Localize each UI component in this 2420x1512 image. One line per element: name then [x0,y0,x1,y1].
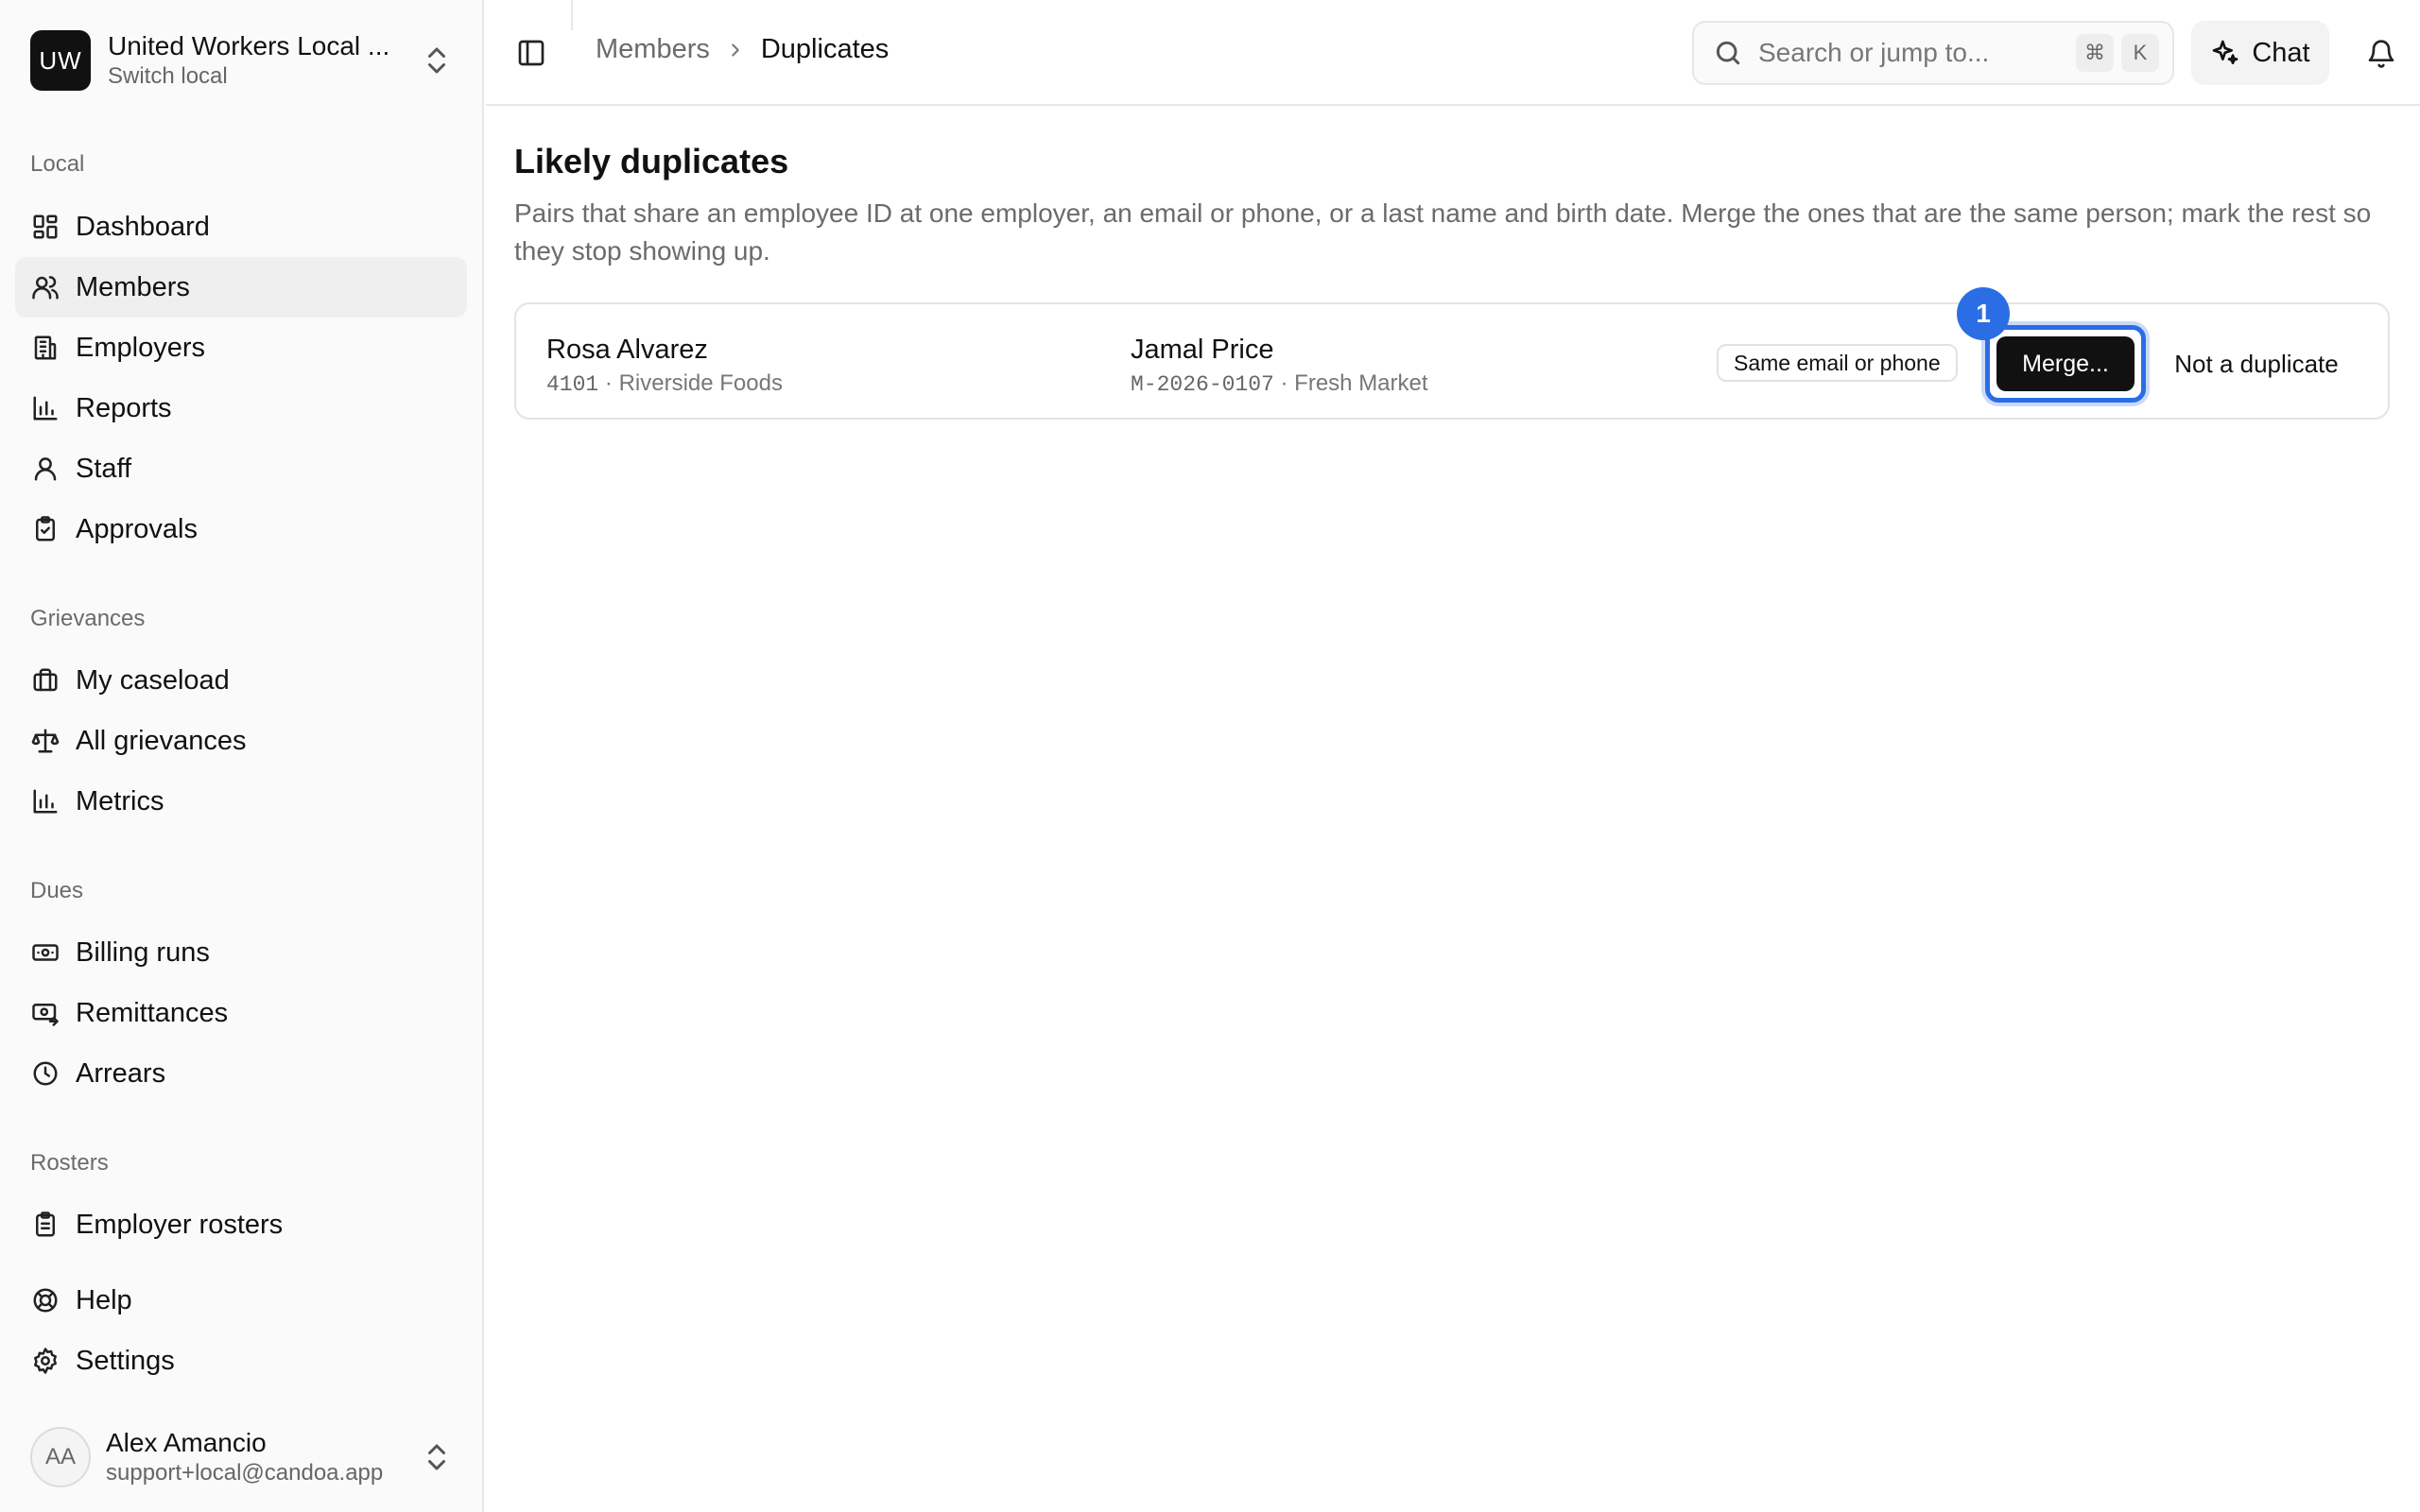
sidebar-item-label: Arrears [76,1057,166,1089]
bar-chart-icon [30,393,60,423]
breadcrumb-current: Duplicates [760,34,890,64]
clipboard-check-icon [30,514,60,544]
sidebar-toggle-button[interactable] [512,34,550,72]
chat-label: Chat [2252,37,2310,68]
member-a-id: 4101 [546,372,599,397]
shortcut-key-k: K [2121,34,2159,72]
scale-icon [30,726,60,756]
sparkles-icon [2213,40,2238,64]
shortcut-key-mod: ⌘ [2076,34,2114,72]
remittance-icon [30,998,60,1028]
avatar: AA [30,1427,91,1487]
chevrons-up-down-icon [428,47,445,74]
sidebar-item-label: Employer rosters [76,1209,284,1240]
section-label-dues: Dues [30,878,84,903]
sidebar-item-all-grievances[interactable]: All grievances [15,711,467,771]
sidebar-item-metrics[interactable]: Metrics [15,771,467,832]
sidebar-item-help[interactable]: Help [15,1270,467,1331]
search-input[interactable]: Search or jump to... ⌘ K [1692,21,2174,85]
not-duplicate-button[interactable]: Not a duplicate [2157,336,2356,391]
sidebar-item-label: Help [76,1284,132,1315]
sidebar-item-label: My caseload [76,664,230,696]
bell-icon [2368,40,2394,68]
sidebar-item-label: Settings [76,1345,175,1376]
user-name: Alex Amancio [106,1428,267,1457]
sidebar-item-label: Metrics [76,785,164,816]
sidebar-item-label: All grievances [76,725,247,756]
step-marker: 1 [1957,287,2010,340]
org-badge: UW [30,30,91,91]
section-label-grievances: Grievances [30,606,146,631]
sidebar-item-label: Billing runs [76,936,210,968]
divider [571,0,573,30]
sidebar-item-billing-runs[interactable]: Billing runs [15,922,467,983]
bar-chart-icon [30,786,60,816]
dashboard-icon [30,212,60,242]
sidebar-item-reports[interactable]: Reports [15,378,467,438]
member-a-meta: 4101 · Riverside Foods [546,369,783,400]
sidebar-item-settings[interactable]: Settings [15,1331,467,1391]
meta-separator: · [1280,370,1288,396]
user-menu[interactable]: AA Alex Amancio support+local@candoa.app [15,1418,469,1497]
member-b: Jamal Price M-2026-0107 · Fresh Market [1131,333,1428,400]
member-a: Rosa Alvarez 4101 · Riverside Foods [546,333,783,400]
chat-button[interactable]: Chat [2191,21,2329,85]
sidebar: UW United Workers Local ... Switch local… [0,0,484,1512]
breadcrumb: Members Duplicates [596,34,889,65]
member-a-employer: Riverside Foods [618,370,783,396]
user-icon [30,454,60,484]
match-reason-badge: Same email or phone [1717,344,1958,382]
sidebar-item-remittances[interactable]: Remittances [15,983,467,1043]
meta-separator: · [604,370,613,396]
section-label-local: Local [30,151,85,177]
org-switch-label: Switch local [108,63,228,89]
top-bar: Members Duplicates Search or jump to... … [486,0,2420,106]
sidebar-item-label: Approvals [76,513,198,544]
notifications-button[interactable] [2361,34,2401,74]
sidebar-item-label: Reports [76,392,172,423]
gear-icon [30,1346,60,1376]
sidebar-item-label: Staff [76,453,132,484]
sidebar-item-label: Members [76,271,190,302]
banknote-icon [30,937,60,968]
section-label-rosters: Rosters [30,1150,109,1176]
sidebar-item-employers[interactable]: Employers [15,318,467,378]
sidebar-item-employer-rosters[interactable]: Employer rosters [15,1194,467,1255]
sidebar-item-approvals[interactable]: Approvals [15,499,467,559]
page-description: Pairs that share an employee ID at one e… [514,198,2372,266]
clipboard-list-icon [30,1210,60,1240]
merge-button[interactable]: Merge... [1996,336,2135,391]
member-b-name: Jamal Price [1131,335,1274,365]
briefcase-icon [30,665,60,696]
chevrons-up-down-icon [428,1444,445,1470]
chevron-right-icon [732,43,739,57]
sidebar-item-staff[interactable]: Staff [15,438,467,499]
duplicate-pair-row: Rosa Alvarez 4101 · Riverside Foods Jama… [514,287,2390,420]
life-buoy-icon [30,1285,60,1315]
org-name: United Workers Local ... [108,31,390,60]
member-a-name: Rosa Alvarez [546,335,708,365]
page-title: Likely duplicates [514,142,789,180]
sidebar-item-label: Employers [76,332,205,363]
member-b-meta: M-2026-0107 · Fresh Market [1131,369,1428,400]
sidebar-item-members[interactable]: Members [15,257,467,318]
users-icon [30,272,60,302]
search-icon [1716,41,1740,65]
member-b-employer: Fresh Market [1294,370,1428,396]
breadcrumb-members[interactable]: Members [596,34,710,65]
sidebar-item-dashboard[interactable]: Dashboard [15,197,467,257]
search-placeholder: Search or jump to... [1758,38,1990,67]
sidebar-item-arrears[interactable]: Arrears [15,1043,467,1104]
local-switcher[interactable]: UW United Workers Local ... Switch local [15,15,469,106]
user-email: support+local@candoa.app [106,1460,384,1486]
sidebar-item-label: Remittances [76,997,229,1028]
sidebar-item-label: Dashboard [76,211,210,242]
member-b-id: M-2026-0107 [1131,372,1274,397]
panel-left-icon [518,40,544,66]
clock-icon [30,1058,60,1089]
sidebar-item-my-caseload[interactable]: My caseload [15,650,467,711]
building-icon [30,333,60,363]
